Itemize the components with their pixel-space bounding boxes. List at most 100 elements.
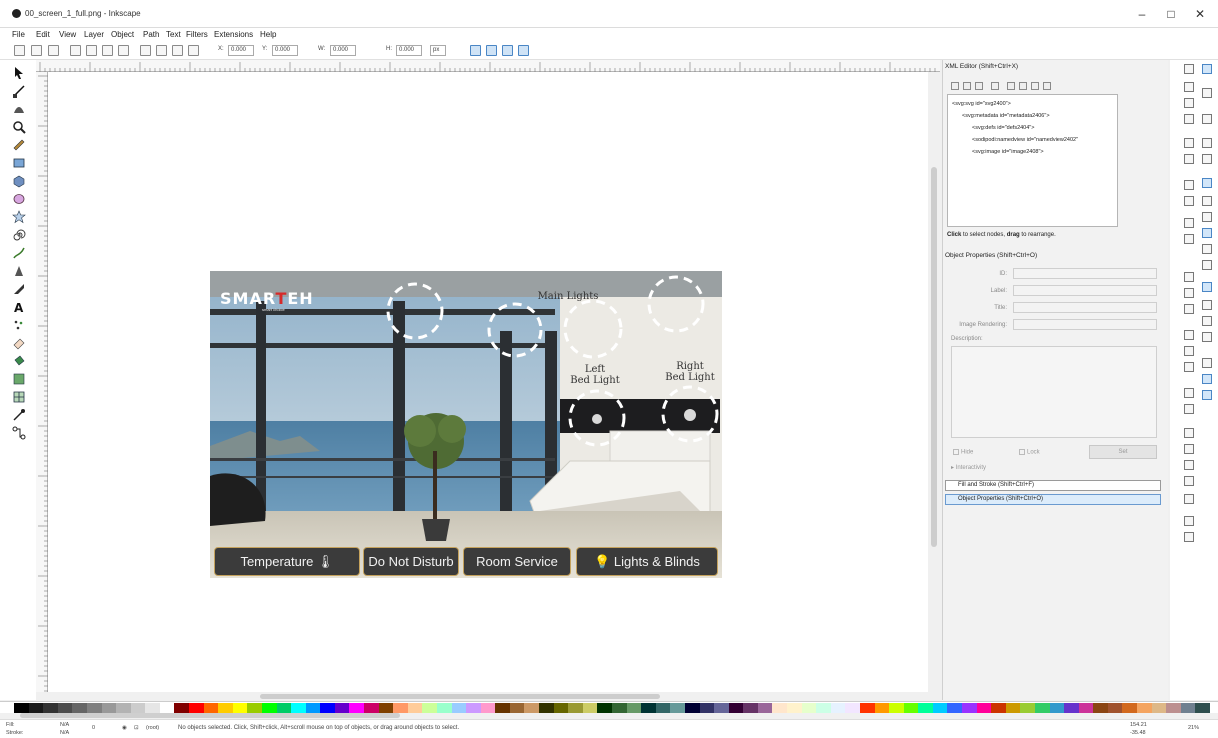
dropper-tool-icon[interactable] bbox=[12, 408, 26, 422]
palette-swatch[interactable] bbox=[932, 703, 948, 713]
snap-nodes-icon[interactable] bbox=[1202, 178, 1212, 188]
palette-swatch[interactable] bbox=[1064, 703, 1080, 713]
vertical-ruler[interactable] bbox=[36, 72, 48, 692]
palette-swatch[interactable] bbox=[1020, 703, 1036, 713]
duplicate-icon[interactable] bbox=[1184, 330, 1194, 340]
horizontal-scroll-thumb[interactable] bbox=[260, 694, 660, 699]
palette-swatch[interactable] bbox=[626, 703, 642, 713]
document-properties-icon[interactable] bbox=[1184, 532, 1194, 542]
xml-node-image[interactable]: <svg:image id="image2408"> bbox=[972, 149, 1044, 155]
menu-help[interactable]: Help bbox=[260, 30, 276, 39]
raise-to-top-icon[interactable] bbox=[140, 45, 151, 56]
snap-text-baseline-icon[interactable] bbox=[1202, 332, 1212, 342]
snap-intersections-icon[interactable] bbox=[1202, 212, 1212, 222]
ellipse-tool-icon[interactable] bbox=[12, 192, 26, 206]
horizontal-ruler[interactable] bbox=[36, 60, 940, 72]
clone-icon[interactable] bbox=[1184, 346, 1194, 356]
palette-swatch[interactable] bbox=[334, 703, 350, 713]
close-button[interactable]: ✕ bbox=[1189, 6, 1211, 22]
import-icon[interactable] bbox=[1184, 138, 1194, 148]
palette-swatch[interactable] bbox=[174, 703, 190, 713]
palette-swatch[interactable] bbox=[305, 703, 321, 713]
palette-swatch[interactable] bbox=[597, 703, 613, 713]
select-all-layers-icon[interactable] bbox=[31, 45, 42, 56]
w-field[interactable]: 0.000 bbox=[330, 45, 356, 56]
palette-swatch[interactable] bbox=[349, 703, 365, 713]
interactivity-expander[interactable]: ▸ Interactivity bbox=[951, 464, 986, 471]
copy-icon[interactable] bbox=[1184, 218, 1194, 228]
palette-swatch[interactable] bbox=[495, 703, 511, 713]
palette-swatch[interactable] bbox=[57, 703, 73, 713]
zoom-page-icon[interactable] bbox=[1184, 304, 1194, 314]
rotate-cw-icon[interactable] bbox=[86, 45, 97, 56]
snap-cusp-nodes-icon[interactable] bbox=[1202, 228, 1212, 238]
palette-swatch[interactable] bbox=[903, 703, 919, 713]
palette-swatch[interactable] bbox=[407, 703, 423, 713]
palette-swatch[interactable] bbox=[757, 703, 773, 713]
unlink-clone-icon[interactable] bbox=[1184, 362, 1194, 372]
palette-swatch[interactable] bbox=[1093, 703, 1109, 713]
measure-tool-icon[interactable] bbox=[12, 138, 26, 152]
eraser-tool-icon[interactable] bbox=[12, 336, 26, 350]
xml-node-namedview[interactable]: <sodipodi:namedview id="namedview2402" bbox=[972, 137, 1078, 143]
palette-swatch[interactable] bbox=[451, 703, 467, 713]
rotate-ccw-icon[interactable] bbox=[70, 45, 81, 56]
palette-swatch[interactable] bbox=[553, 703, 569, 713]
snap-bbox-midpoints-icon[interactable] bbox=[1202, 154, 1212, 164]
unindent-node-icon[interactable] bbox=[1007, 82, 1015, 90]
indent-node-icon[interactable] bbox=[1019, 82, 1027, 90]
palette-swatch[interactable] bbox=[976, 703, 992, 713]
palette-swatch[interactable] bbox=[714, 703, 730, 713]
palette-swatch[interactable] bbox=[422, 703, 438, 713]
palette-swatch[interactable] bbox=[1034, 703, 1050, 713]
room-service-button[interactable]: Room Service bbox=[463, 547, 571, 576]
layer-selector[interactable]: (root) bbox=[146, 725, 159, 731]
raise-icon[interactable] bbox=[156, 45, 167, 56]
spray-tool-icon[interactable] bbox=[12, 318, 26, 332]
snap-page-border-icon[interactable] bbox=[1202, 358, 1212, 368]
ungroup-icon[interactable] bbox=[1184, 404, 1194, 414]
fill-stroke-tab[interactable]: Fill and Stroke (Shift+Ctrl+F) bbox=[945, 480, 1161, 491]
fill-stroke-icon[interactable] bbox=[1184, 428, 1194, 438]
undo-icon[interactable] bbox=[1184, 180, 1194, 190]
palette-swatch[interactable] bbox=[1078, 703, 1094, 713]
lower-to-bottom-icon[interactable] bbox=[188, 45, 199, 56]
star-tool-icon[interactable] bbox=[12, 210, 26, 224]
spiral-tool-icon[interactable] bbox=[12, 228, 26, 242]
palette-swatch[interactable] bbox=[889, 703, 905, 713]
xml-node-defs[interactable]: <svg:defs id="defs2404"> bbox=[972, 125, 1034, 131]
vertical-scrollbar[interactable] bbox=[928, 72, 940, 692]
palette-swatch[interactable] bbox=[480, 703, 496, 713]
snap-midpoints-icon[interactable] bbox=[1202, 260, 1212, 270]
group-icon[interactable] bbox=[1184, 388, 1194, 398]
snap-paths-icon[interactable] bbox=[1202, 196, 1212, 206]
pencil-tool-icon[interactable] bbox=[12, 246, 26, 260]
palette-swatch[interactable] bbox=[130, 703, 146, 713]
palette-scrollbar[interactable] bbox=[20, 713, 400, 718]
eye-icon[interactable]: ◉ bbox=[122, 725, 127, 731]
palette-swatch[interactable] bbox=[43, 703, 59, 713]
snap-others-icon[interactable] bbox=[1202, 282, 1212, 292]
paste-icon[interactable] bbox=[1184, 234, 1194, 244]
palette-swatch[interactable] bbox=[145, 703, 161, 713]
export-icon[interactable] bbox=[1184, 154, 1194, 164]
palette-swatch[interactable] bbox=[203, 703, 219, 713]
snap-smooth-nodes-icon[interactable] bbox=[1202, 244, 1212, 254]
palette-swatch[interactable] bbox=[655, 703, 671, 713]
x-field[interactable]: 0.000 bbox=[228, 45, 254, 56]
snap-enable-icon[interactable] bbox=[1202, 64, 1212, 74]
menu-filters[interactable]: Filters bbox=[186, 30, 208, 39]
palette-swatch[interactable] bbox=[436, 703, 452, 713]
palette-swatch[interactable] bbox=[991, 703, 1007, 713]
palette-swatch[interactable] bbox=[189, 703, 205, 713]
lock-checkbox[interactable]: Lock bbox=[1019, 449, 1040, 456]
menu-view[interactable]: View bbox=[59, 30, 76, 39]
palette-swatch[interactable] bbox=[772, 703, 788, 713]
snap-rotation-center-icon[interactable] bbox=[1202, 316, 1212, 326]
raise-node-icon[interactable] bbox=[1031, 82, 1039, 90]
horizontal-scrollbar[interactable] bbox=[48, 692, 928, 701]
palette-swatch[interactable] bbox=[1151, 703, 1167, 713]
select-all-icon[interactable] bbox=[14, 45, 25, 56]
object-properties-tab[interactable]: Object Properties (Shift+Ctrl+O) bbox=[945, 494, 1161, 505]
palette-swatch[interactable] bbox=[28, 703, 44, 713]
